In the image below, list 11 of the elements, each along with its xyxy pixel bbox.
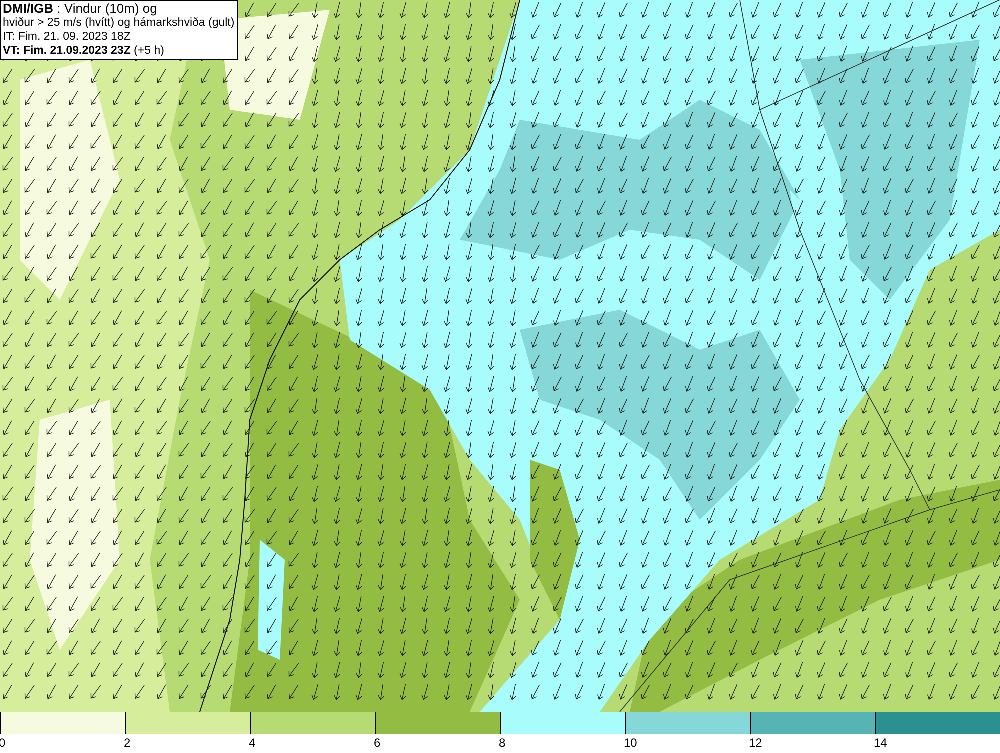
legend-label: 12: [748, 735, 762, 752]
info-text: hviður > 25 m/s (hvítt) og hámarkshviða (gult): [3, 16, 235, 30]
legend-label: 10: [623, 735, 638, 752]
info-text: VT: Fim. 21.09.2023 23Z (+5 h): [3, 44, 166, 58]
legend-label: 6: [373, 735, 381, 752]
info-text: IT: Fim. 21. 09. 2023 18Z: [3, 30, 132, 44]
legend-label: 4: [248, 735, 256, 752]
info-text: DMI/IGB : Vindur (10m) og: [3, 2, 158, 16]
legend-label: 14: [873, 735, 888, 752]
legend-label: 8: [498, 735, 506, 752]
legend-label: 2: [123, 735, 131, 752]
